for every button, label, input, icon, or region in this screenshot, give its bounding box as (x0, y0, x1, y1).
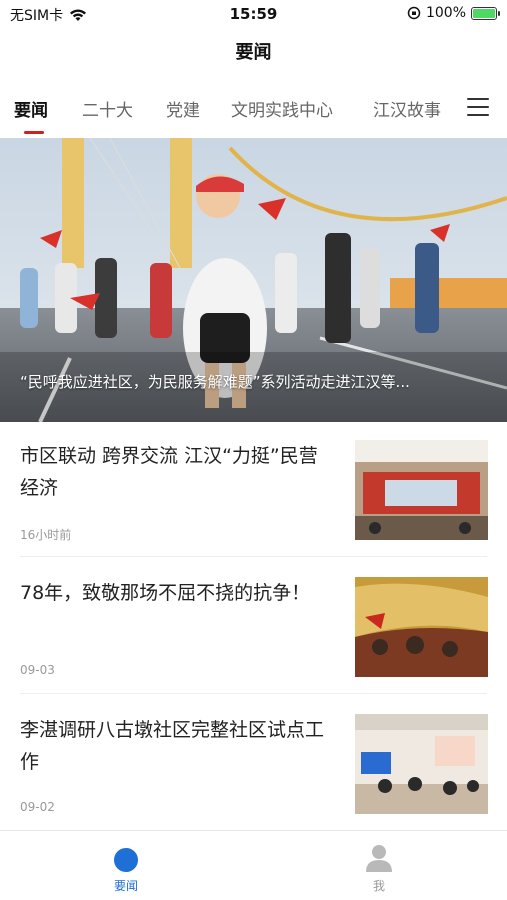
news-item[interactable]: 市区联动 跨界交流 江汉“力挺”民营经济 16小时前 (0, 440, 507, 578)
tab-wenming-center[interactable]: 文明实践中心 (231, 96, 333, 121)
battery-percent: 100% (425, 5, 466, 21)
bottom-tab-bar: 要闻 我 (0, 830, 507, 900)
page-title: 要闻 (235, 42, 272, 63)
battery-level-fill (473, 8, 495, 18)
news-thumbnail (355, 440, 488, 540)
tab-dangjian[interactable]: 党建 (166, 96, 200, 121)
home-icon (114, 848, 138, 872)
tab-ershida[interactable]: 二十大 (82, 96, 133, 121)
tab-yaowen[interactable]: 要闻 (14, 96, 48, 121)
banner-image[interactable]: “民呼我应进社区，为民服务解难题”系列活动走进江汉等... (0, 138, 507, 422)
news-time: 16小时前 (20, 528, 72, 542)
news-time: 09-02 (20, 800, 55, 814)
person-icon (366, 845, 392, 872)
bottom-tab-home[interactable]: 要闻 (66, 831, 186, 900)
orientation-lock-icon (407, 6, 421, 20)
status-bar: 无SIM卡 15:59 100% (0, 0, 507, 30)
status-right: 100% (407, 5, 500, 21)
news-title: 市区联动 跨界交流 江汉“力挺”民营经济 (20, 445, 318, 499)
tab-jianghan-stories[interactable]: 江汉故事 (373, 96, 441, 121)
news-title: 78年，致敬那场不屈不挠的抗争！ (20, 582, 311, 604)
bottom-tab-label: 我 (372, 879, 385, 893)
news-thumbnail (355, 714, 488, 814)
menu-icon[interactable] (467, 98, 489, 116)
news-thumbnail (355, 577, 488, 677)
active-tab-indicator (24, 131, 44, 134)
divider (20, 693, 487, 694)
banner-caption: “民呼我应进社区，为民服务解难题”系列活动走进江汉等... (20, 373, 410, 391)
bottom-tab-label: 要闻 (113, 879, 138, 893)
battery-icon (471, 6, 500, 20)
category-tabs: 要闻 二十大 党建 文明实践中心 江汉故事 (0, 88, 507, 136)
news-item[interactable]: 78年，致敬那场不屈不挠的抗争！ 09-03 (0, 577, 507, 715)
news-time: 09-03 (20, 663, 55, 677)
news-title: 李湛调研八古墩社区完整社区试点工作 (20, 719, 325, 773)
bottom-tab-me[interactable]: 我 (319, 831, 439, 900)
divider (20, 556, 487, 557)
